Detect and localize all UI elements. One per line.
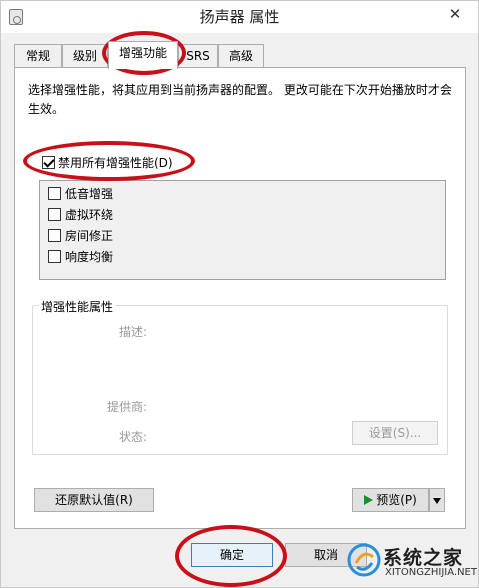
status-label: 状态: bbox=[118, 430, 147, 444]
loudness-equalization-label[interactable]: 响度均衡 bbox=[65, 248, 113, 265]
disable-all-checkbox[interactable] bbox=[42, 156, 55, 169]
disable-all-label[interactable]: 禁用所有增强性能(D) bbox=[58, 154, 173, 171]
tab-advanced[interactable]: 高级 bbox=[218, 44, 264, 68]
provider-label: 提供商: bbox=[106, 400, 147, 414]
tab-enhancements[interactable]: 增强功能 bbox=[108, 41, 178, 69]
enhancement-properties-title: 增强性能属性 bbox=[39, 298, 116, 315]
bass-boost-label[interactable]: 低音增强 bbox=[65, 185, 113, 202]
tab-srs[interactable]: SRS bbox=[178, 44, 218, 68]
watermark-text: 系统之家 bbox=[383, 547, 464, 569]
restore-defaults-button[interactable]: 还原默认值(R) bbox=[34, 488, 154, 512]
enhancements-description: 选择增强性能，将其应用到当前扬声器的配置。 更改可能在下次开始播放时才会生效。 bbox=[28, 83, 452, 116]
window-title: 扬声器 属性 bbox=[199, 8, 280, 26]
speaker-properties-dialog: 扬声器 属性 ✕ 常规 级别 增强功能 SRS 高级 选择增强性能，将其应用到当… bbox=[0, 0, 479, 588]
preview-label: 预览(P) bbox=[376, 493, 417, 507]
virtual-surround-label[interactable]: 虚拟环绕 bbox=[65, 206, 113, 223]
watermark-url: XITONGZHIJIA.NET bbox=[385, 567, 477, 578]
bass-boost-checkbox[interactable] bbox=[48, 187, 61, 200]
title-bar: 扬声器 属性 ✕ bbox=[1, 1, 478, 33]
settings-button[interactable]: 设置(S)... bbox=[352, 421, 438, 445]
description-label: 描述: bbox=[118, 325, 147, 339]
room-correction-label[interactable]: 房间修正 bbox=[65, 227, 113, 244]
close-button[interactable]: ✕ bbox=[441, 3, 469, 25]
watermark: 系统之家 XITONGZHIJIA.NET bbox=[341, 539, 477, 585]
virtual-surround-checkbox[interactable] bbox=[48, 208, 61, 221]
tab-general[interactable]: 常规 bbox=[14, 44, 62, 68]
watermark-logo-icon bbox=[347, 543, 381, 577]
preview-button[interactable]: 预览(P) bbox=[352, 488, 429, 512]
loudness-equalization-checkbox[interactable] bbox=[48, 250, 61, 263]
play-icon bbox=[364, 495, 374, 505]
room-correction-checkbox[interactable] bbox=[48, 229, 61, 242]
preview-dropdown-arrow-icon[interactable] bbox=[429, 488, 445, 512]
tab-levels[interactable]: 级别 bbox=[62, 44, 108, 68]
ok-button[interactable]: 确定 bbox=[191, 543, 273, 567]
